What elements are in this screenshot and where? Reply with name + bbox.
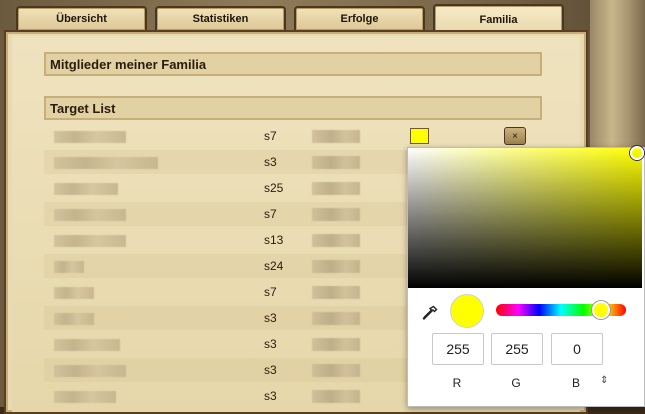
blurred-player-name bbox=[54, 131, 126, 143]
server-label: s3 bbox=[264, 363, 277, 377]
server-label: s13 bbox=[264, 233, 284, 247]
blurred-player-name bbox=[54, 157, 158, 169]
blurred-value bbox=[312, 364, 360, 377]
target-title: Target List bbox=[50, 100, 116, 116]
hue-handle[interactable] bbox=[592, 301, 610, 319]
blurred-player-name bbox=[54, 209, 126, 221]
tab-label: Erfolge bbox=[340, 13, 379, 25]
green-input[interactable]: 255 bbox=[491, 333, 543, 365]
blurred-value bbox=[312, 390, 360, 403]
tab-label: Statistiken bbox=[192, 13, 249, 25]
server-label: s7 bbox=[264, 285, 277, 299]
blurred-player-name bbox=[54, 313, 94, 325]
blue-label: B bbox=[571, 376, 580, 390]
mode-toggle-icon[interactable]: ⇕ bbox=[600, 375, 608, 386]
blurred-value bbox=[312, 130, 360, 143]
blurred-player-name bbox=[54, 183, 118, 195]
green-label: G bbox=[511, 376, 521, 390]
saturation-handle[interactable] bbox=[630, 146, 644, 160]
server-label: s25 bbox=[264, 181, 284, 195]
eyedropper-icon[interactable] bbox=[422, 305, 438, 321]
blurred-value bbox=[312, 234, 360, 247]
blurred-value bbox=[312, 208, 360, 221]
red-label: R bbox=[452, 376, 462, 390]
delete-button[interactable]: × bbox=[504, 127, 526, 145]
blurred-value bbox=[312, 156, 360, 169]
members-section-header[interactable]: Mitglieder meiner Familia bbox=[44, 52, 542, 76]
blurred-value bbox=[312, 312, 360, 325]
server-label: s3 bbox=[264, 155, 277, 169]
members-title: Mitglieder meiner Familia bbox=[50, 56, 207, 72]
blurred-value bbox=[312, 286, 360, 299]
blurred-player-name bbox=[54, 365, 126, 377]
server-label: s7 bbox=[264, 207, 277, 221]
server-label: s7 bbox=[264, 129, 277, 143]
color-preview bbox=[450, 294, 484, 328]
tab-statistiken[interactable]: Statistiken bbox=[155, 6, 286, 30]
blurred-value bbox=[312, 338, 360, 351]
blurred-value bbox=[312, 260, 360, 273]
blurred-player-name bbox=[54, 391, 116, 403]
blurred-value bbox=[312, 182, 360, 195]
color-swatch[interactable] bbox=[410, 128, 429, 144]
server-label: s3 bbox=[264, 311, 277, 325]
tab-label: Familia bbox=[479, 14, 518, 26]
blurred-player-name bbox=[54, 339, 120, 351]
target-row: s7 × bbox=[44, 124, 542, 148]
tab-erfolge[interactable]: Erfolge bbox=[294, 6, 425, 30]
hue-slider[interactable] bbox=[496, 301, 626, 319]
saturation-area[interactable] bbox=[408, 146, 644, 288]
color-picker-popup: 255 255 0 R G B ⇕ bbox=[407, 146, 645, 407]
tab-uebersicht[interactable]: Übersicht bbox=[16, 6, 147, 30]
server-label: s3 bbox=[264, 337, 277, 351]
blurred-player-name bbox=[54, 261, 84, 273]
tab-label: Übersicht bbox=[56, 13, 107, 25]
blue-input[interactable]: 0 bbox=[551, 333, 603, 365]
blurred-player-name bbox=[54, 287, 94, 299]
red-input[interactable]: 255 bbox=[432, 333, 484, 365]
server-label: s24 bbox=[264, 259, 284, 273]
target-section-header[interactable]: Target List bbox=[44, 96, 542, 120]
blurred-player-name bbox=[54, 235, 126, 247]
server-label: s3 bbox=[264, 389, 277, 403]
